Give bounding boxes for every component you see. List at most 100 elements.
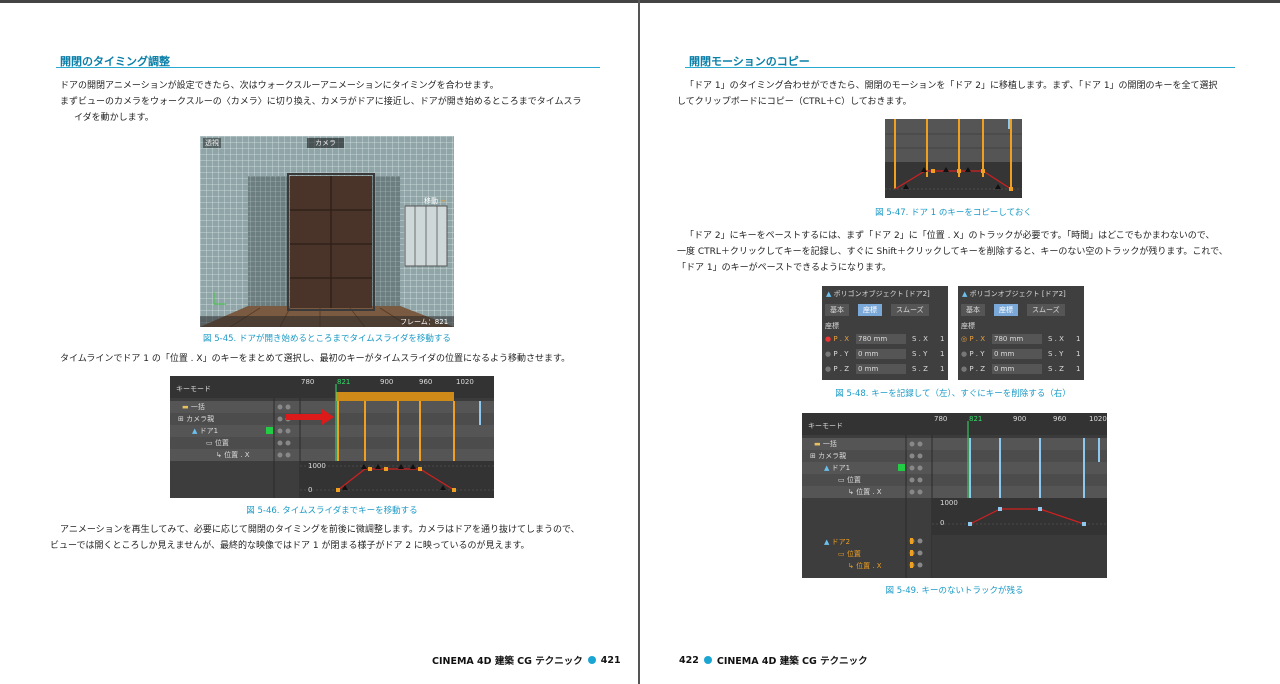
py-field[interactable]: 0 mm (856, 349, 906, 359)
polygon-object-icon: ▲ (826, 290, 832, 298)
pz-field[interactable]: 0 mm (856, 364, 906, 374)
paragraph-line: 「ドア 2」にキーをペーストするには、まず「ドア 2」に「位置 . X」のトラッ… (685, 231, 1215, 241)
param-label: P . Z (833, 365, 850, 373)
scale-label: S . Y (1048, 350, 1064, 358)
graph-value-label: 1000 (308, 462, 326, 470)
timeline-graph (898, 421, 1107, 578)
corridor-render (200, 136, 454, 327)
graph-zero-label: 0 (308, 486, 313, 494)
figure-5-47-keys (885, 119, 1022, 198)
footer-book-title: CINEMA 4D 建築 CG テクニック (716, 656, 868, 667)
bullet-dot-icon (587, 656, 596, 664)
paragraph-line: ビューでは開くところしか見えませんが、最終的な映像ではドア 1 が閉まる様子がド… (50, 541, 530, 551)
move-text: 移動 (424, 197, 438, 205)
figure-caption: 図 5-48. キーを記録して（左）、すぐにキーを削除する（右） (835, 389, 1071, 399)
keyframe-dot-icon[interactable]: ● (825, 365, 831, 373)
page-number: 421 (600, 654, 621, 666)
param-label: P . Y (833, 350, 849, 358)
paragraph-line: まずビューのカメラをウォークスルーの〈カメラ〉に切り換え、カメラがドアに接近し、… (60, 97, 582, 107)
bullet-dot-icon (703, 656, 712, 664)
page-footer: 422 CINEMA 4D 建築 CG テクニック (679, 653, 868, 668)
px-field[interactable]: 780 mm (856, 334, 906, 344)
keyframe-dot-icon[interactable]: ● (961, 350, 967, 358)
tab-smooth[interactable]: スムーズ (891, 304, 929, 316)
scale-label: S . Z (912, 365, 928, 373)
graph-zero-label: 0 (940, 519, 945, 527)
scale-value[interactable]: 1 (1076, 335, 1080, 343)
param-row: ● P . Y (961, 350, 985, 358)
paragraph-line: ドアの開閉アニメーションが設定できたら、次はウォークスルーアニメーションにタイミ… (60, 81, 499, 91)
figure-5-49-timeline: キーモード 780 821 900 960 1020 ▬ 一括 ⊞ カメラ親 ▲… (802, 413, 1107, 578)
scale-label: S . X (912, 335, 928, 343)
paragraph-line: 「ドア 1」のタイミング合わせができたら、開閉のモーションを「ドア 2」に移植し… (685, 81, 1218, 91)
move-arrow-icon (322, 409, 334, 425)
tab-basic[interactable]: 基本 (825, 304, 849, 316)
key-status-green[interactable] (266, 427, 273, 434)
figure-caption: 図 5-49. キーのないトラックが残る (885, 586, 1024, 596)
attr-header: ▲ ポリゴンオブジェクト [ドア2] (962, 289, 1066, 299)
figure-caption: 図 5-47. ドア 1 のキーをコピーしておく (875, 208, 1032, 218)
param-row: ● P . Z (825, 365, 849, 373)
key-status-green[interactable] (898, 464, 905, 471)
px-field[interactable]: 780 mm (992, 334, 1042, 344)
paragraph-line: アニメーションを再生してみて、必要に応じて開閉のタイミングを前後に微調整します。… (60, 525, 580, 535)
scale-value[interactable]: 1 (940, 335, 944, 343)
figure-caption: 図 5-45. ドアが開き始めるところまでタイムスライダを移動する (203, 334, 451, 344)
page-footer: CINEMA 4D 建築 CG テクニック 421 (432, 653, 621, 668)
paragraph-line: 一度 CTRL＋クリックしてキーを記録し、すぐに Shift＋クリックしてキーを… (677, 247, 1228, 257)
tab-basic[interactable]: 基本 (961, 304, 985, 316)
footer-book-title: CINEMA 4D 建築 CG テクニック (432, 656, 583, 667)
param-label: P . Z (969, 365, 986, 373)
polygon-object-icon: ▲ (962, 290, 968, 298)
section-label: 座標 (825, 322, 839, 330)
move-plus-icon[interactable]: + (440, 197, 446, 205)
view-tab-perspective[interactable]: 透視 (203, 138, 221, 148)
book-spine (638, 0, 640, 684)
paragraph-line: イダを動かします。 (74, 113, 154, 123)
param-row: ● P . Y (825, 350, 849, 358)
keyframe-dot-icon[interactable]: ● (825, 335, 831, 343)
figure-caption: 図 5-46. タイムスライダまでキーを移動する (246, 506, 418, 516)
attr-header: ▲ ポリゴンオブジェクト [ドア2] (826, 289, 930, 299)
tab-coordinates[interactable]: 座標 (858, 304, 882, 316)
figure-5-46-timeline: キーモード 780 821 900 960 1020 ▬ 一括 ⊞ カメラ親 ▲… (170, 376, 494, 498)
frame-readout: フレーム：821 (400, 318, 449, 326)
scale-value[interactable]: 1 (1076, 350, 1080, 358)
scale-label: S . Y (912, 350, 928, 358)
keyframe-ring-icon[interactable]: ◎ (961, 335, 967, 343)
scale-value[interactable]: 1 (940, 350, 944, 358)
figure-5-48-attributes-right: ▲ ポリゴンオブジェクト [ドア2] 基本 座標 スムーズ 座標 ◎ P . X… (958, 286, 1084, 380)
param-label: P . X (833, 335, 850, 343)
param-label: P . X (969, 335, 986, 343)
paragraph-line: タイムラインでドア 1 の「位置 . X」のキーをまとめて選択し、最初のキーがタ… (60, 354, 571, 364)
tab-smooth[interactable]: スムーズ (1027, 304, 1065, 316)
scale-label: S . X (1048, 335, 1064, 343)
section-rule (685, 67, 1235, 68)
paragraph-line: 「ドア 1」のキーがペーストできるようになります。 (677, 263, 892, 273)
paragraph-line: してクリップボードにコピー（CTRL＋C）しておきます。 (677, 97, 912, 107)
timeline-graph (266, 384, 494, 498)
section-label: 座標 (961, 322, 975, 330)
py-field[interactable]: 0 mm (992, 349, 1042, 359)
page-421: 開閉のタイミング調整 ドアの開閉アニメーションが設定できたら、次はウォークスルー… (0, 0, 638, 684)
attr-header-label: ポリゴンオブジェクト [ドア2] (969, 290, 1066, 298)
view-tab-camera[interactable]: カメラ (307, 138, 344, 148)
param-label: P . Y (969, 350, 985, 358)
keyframe-dot-icon[interactable]: ● (961, 365, 967, 373)
param-row: ● P . X (825, 335, 849, 343)
keyframe-dot-icon[interactable]: ● (825, 350, 831, 358)
tab-coordinates[interactable]: 座標 (994, 304, 1018, 316)
param-row: ◎ P . X (961, 335, 985, 343)
page-422: 開閉モーションのコピー 「ドア 1」のタイミング合わせができたら、開閉のモーショ… (641, 0, 1280, 684)
pz-field[interactable]: 0 mm (992, 364, 1042, 374)
section-rule (56, 67, 600, 68)
keys-graph (885, 119, 1022, 198)
graph-value-label: 1000 (940, 499, 958, 507)
param-row: ● P . Z (961, 365, 985, 373)
figure-5-45-viewport: 透視 カメラ 移動 + フレーム：821 (200, 136, 454, 327)
figure-5-48-attributes-left: ▲ ポリゴンオブジェクト [ドア2] 基本 座標 スムーズ 座標 ● P . X… (822, 286, 948, 380)
scale-value[interactable]: 1 (1076, 365, 1080, 373)
scale-value[interactable]: 1 (940, 365, 944, 373)
scale-label: S . Z (1048, 365, 1064, 373)
attr-header-label: ポリゴンオブジェクト [ドア2] (833, 290, 930, 298)
